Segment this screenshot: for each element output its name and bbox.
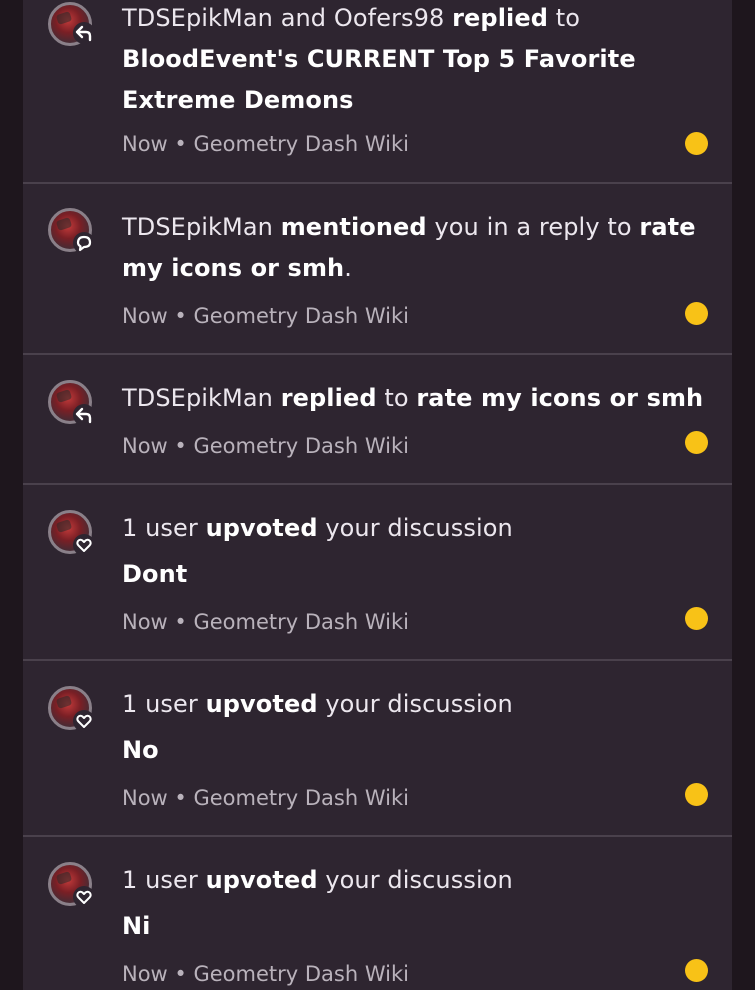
discussion-title: Dont bbox=[122, 560, 188, 588]
unread-indicator bbox=[685, 132, 708, 155]
unread-indicator bbox=[685, 959, 708, 982]
unread-indicator bbox=[685, 783, 708, 806]
reply-icon bbox=[73, 404, 95, 426]
notification-text: TDSEpikMan and Oofers98 replied to Blood… bbox=[122, 4, 636, 114]
notification-text: TDSEpikMan replied to rate my icons or s… bbox=[122, 384, 704, 412]
notification-item[interactable]: TDSEpikMan mentioned you in a reply to r… bbox=[23, 184, 732, 355]
notification-text: 1 user upvoted your discussion bbox=[122, 866, 513, 894]
unread-indicator bbox=[685, 607, 708, 630]
notification-text: 1 user upvoted your discussion bbox=[122, 690, 513, 718]
notification-text: TDSEpikMan mentioned you in a reply to r… bbox=[122, 213, 696, 282]
heart-icon bbox=[73, 710, 95, 732]
notification-meta: Now • Geometry Dash Wiki bbox=[122, 132, 409, 156]
notification-item[interactable]: TDSEpikMan and Oofers98 replied to Blood… bbox=[23, 0, 732, 184]
notification-item[interactable]: 1 user upvoted your discussion Ni Now • … bbox=[23, 837, 732, 990]
unread-indicator bbox=[685, 431, 708, 454]
heart-icon bbox=[73, 886, 95, 908]
reply-icon bbox=[73, 22, 95, 44]
discussion-title: No bbox=[122, 736, 159, 764]
notification-meta: Now • Geometry Dash Wiki bbox=[122, 610, 409, 634]
speech-bubble-icon bbox=[73, 232, 95, 254]
notification-item[interactable]: 1 user upvoted your discussion Dont Now … bbox=[23, 485, 732, 661]
notification-meta: Now • Geometry Dash Wiki bbox=[122, 962, 409, 986]
heart-icon bbox=[73, 534, 95, 556]
notification-text: 1 user upvoted your discussion bbox=[122, 514, 513, 542]
notification-meta: Now • Geometry Dash Wiki bbox=[122, 786, 409, 810]
notification-item[interactable]: 1 user upvoted your discussion No Now • … bbox=[23, 661, 732, 837]
unread-indicator bbox=[685, 302, 708, 325]
notification-meta: Now • Geometry Dash Wiki bbox=[122, 434, 409, 458]
discussion-title: Ni bbox=[122, 912, 151, 940]
notification-item[interactable]: TDSEpikMan replied to rate my icons or s… bbox=[23, 355, 732, 485]
notification-meta: Now • Geometry Dash Wiki bbox=[122, 304, 409, 328]
notifications-panel[interactable]: TDSEpikMan and Oofers98 replied to Blood… bbox=[23, 0, 732, 990]
